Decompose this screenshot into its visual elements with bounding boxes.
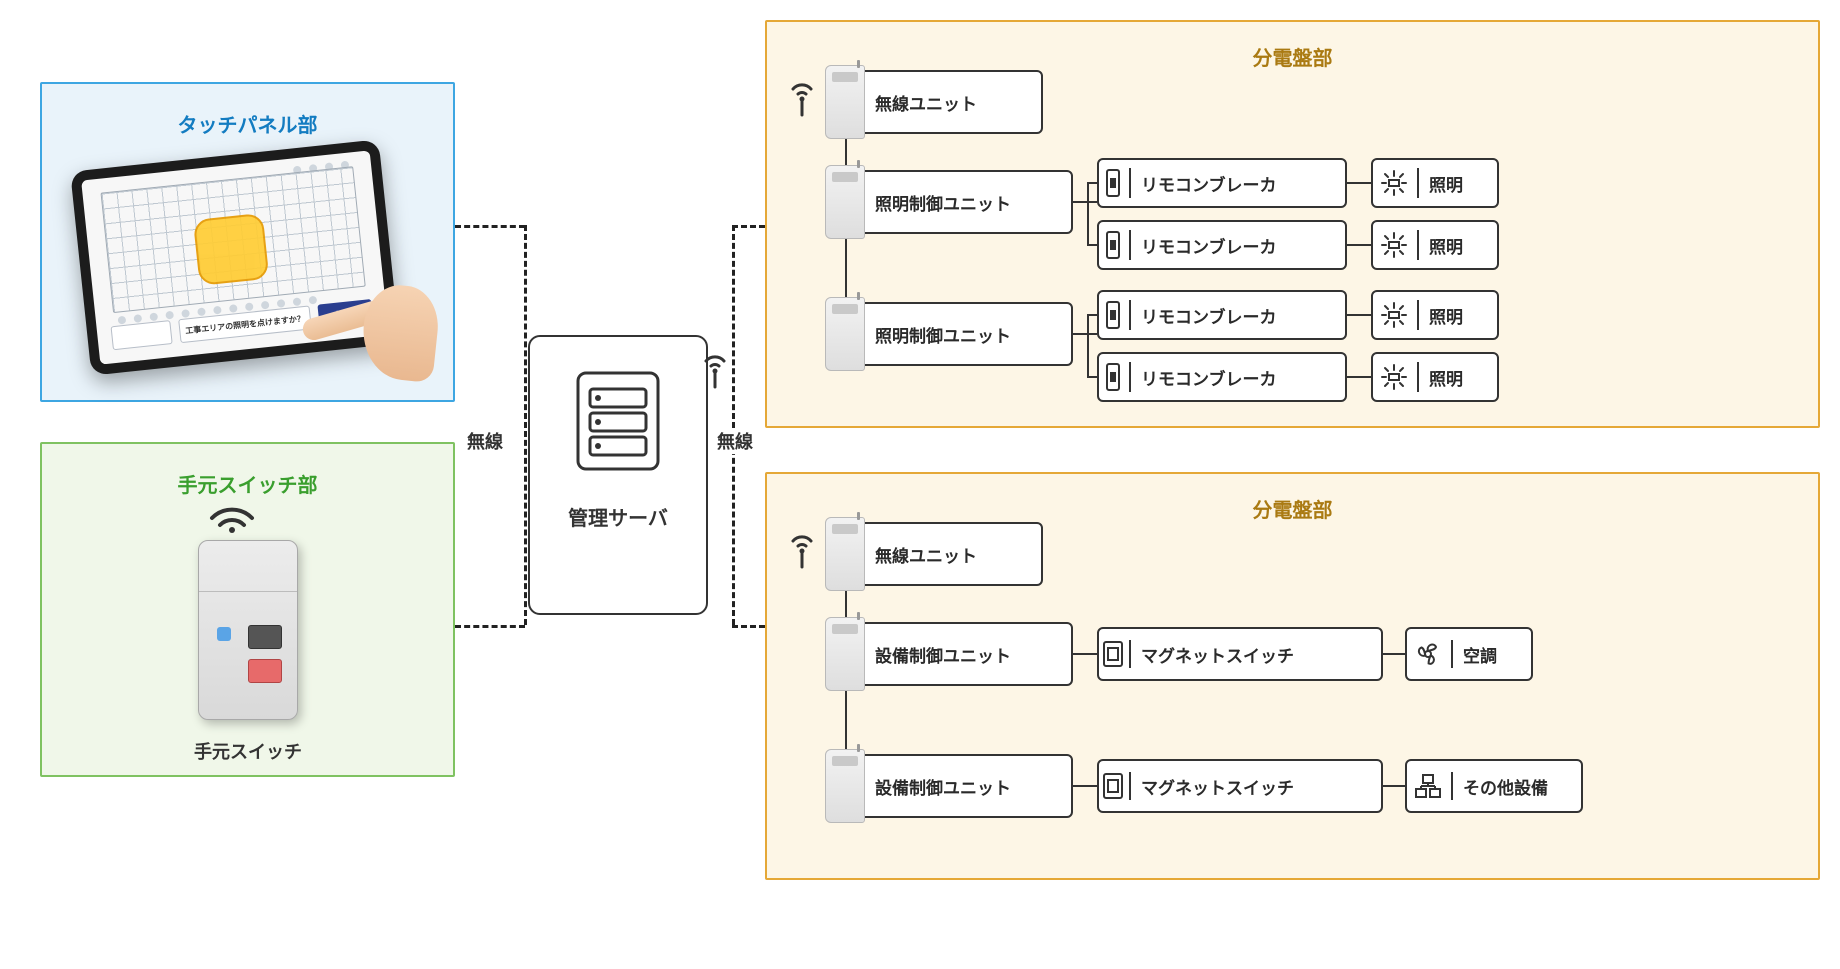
node-label: 無線ユニット xyxy=(865,90,987,115)
node-label: 空調 xyxy=(1453,642,1507,667)
server-icon xyxy=(576,371,660,471)
node-label: リモコンブレーカ xyxy=(1131,233,1287,258)
distribution-panel-a: 分電盤部 無線ユニット 照明制御ユニット 照明制御ユニット リモコンブレーカ リ… xyxy=(765,20,1820,428)
wireless-label: 無線 xyxy=(713,428,757,454)
remote-breaker: リモコンブレーカ xyxy=(1097,352,1347,402)
light-icon xyxy=(1371,230,1419,260)
node-label: マグネットスイッチ xyxy=(1131,774,1304,799)
light-load: 照明 xyxy=(1371,220,1499,270)
node-label: 設備制御ユニット xyxy=(865,774,1021,799)
other-load: その他設備 xyxy=(1405,759,1583,813)
fan-icon xyxy=(1405,640,1453,668)
breaker-icon xyxy=(1097,362,1131,392)
node-label: 照明 xyxy=(1419,303,1473,328)
server-box: 管理サーバ xyxy=(528,335,708,615)
equipment-control-unit: 設備制御ユニット xyxy=(825,754,1073,818)
node-label: 照明 xyxy=(1419,171,1473,196)
equipment-control-unit: 設備制御ユニット xyxy=(825,622,1073,686)
panel-touch-title: タッチパネル部 xyxy=(42,84,453,138)
light-icon xyxy=(1371,300,1419,330)
hand-switch-device xyxy=(198,540,298,720)
light-load: 照明 xyxy=(1371,290,1499,340)
remote-breaker: リモコンブレーカ xyxy=(1097,290,1347,340)
remote-breaker: リモコンブレーカ xyxy=(1097,220,1347,270)
network-icon xyxy=(1405,772,1453,800)
dist-title: 分電盤部 xyxy=(767,474,1818,523)
wifi-icon xyxy=(207,496,257,532)
magnet-switch: マグネットスイッチ xyxy=(1097,627,1383,681)
breaker-icon xyxy=(1097,300,1131,330)
light-icon xyxy=(1371,168,1419,198)
node-label: 照明 xyxy=(1419,233,1473,258)
link-dash xyxy=(524,225,527,625)
remote-breaker: リモコンブレーカ xyxy=(1097,158,1347,208)
node-label: 無線ユニット xyxy=(865,542,987,567)
link-dash xyxy=(455,225,525,228)
wireless-unit: 無線ユニット xyxy=(825,70,1043,134)
distribution-panel-b: 分電盤部 無線ユニット 設備制御ユニット 設備制御ユニット マグネットスイッチ … xyxy=(765,472,1820,880)
light-icon xyxy=(1371,362,1419,392)
node-label: 照明制御ユニット xyxy=(865,322,1021,347)
link-dash xyxy=(455,625,525,628)
node-label: リモコンブレーカ xyxy=(1131,171,1287,196)
tablet-device: 工事エリアの照明を点けますか？ 点ける xyxy=(70,139,400,375)
node-label: その他設備 xyxy=(1453,774,1558,799)
hand-switch-label: 手元スイッチ xyxy=(194,738,302,764)
link-dash xyxy=(732,625,765,628)
node-label: 設備制御ユニット xyxy=(865,642,1021,667)
link-dash xyxy=(732,225,765,228)
light-load: 照明 xyxy=(1371,158,1499,208)
breaker-icon xyxy=(1097,230,1131,260)
hand-icon xyxy=(293,229,447,383)
wireless-label: 無線 xyxy=(463,428,507,454)
magnet-switch-icon xyxy=(1097,772,1131,800)
server-label: 管理サーバ xyxy=(568,502,668,531)
light-load: 照明 xyxy=(1371,352,1499,402)
node-label: リモコンブレーカ xyxy=(1131,303,1287,328)
lighting-control-unit: 照明制御ユニット xyxy=(825,170,1073,234)
wireless-unit: 無線ユニット xyxy=(825,522,1043,586)
breaker-icon xyxy=(1097,168,1131,198)
node-label: マグネットスイッチ xyxy=(1131,642,1304,667)
link-dash xyxy=(732,225,735,625)
system-diagram: タッチパネル部 工事エリアの照明を点けますか？ 点ける 手元スイッチ部 手元スイ… xyxy=(0,0,1840,969)
magnet-switch: マグネットスイッチ xyxy=(1097,759,1383,813)
lighting-control-unit: 照明制御ユニット xyxy=(825,302,1073,366)
node-label: 照明制御ユニット xyxy=(865,190,1021,215)
node-label: 照明 xyxy=(1419,365,1473,390)
node-label: リモコンブレーカ xyxy=(1131,365,1287,390)
antenna-icon xyxy=(787,77,821,122)
dist-title: 分電盤部 xyxy=(767,22,1818,71)
hvac-load: 空調 xyxy=(1405,627,1533,681)
magnet-switch-icon xyxy=(1097,640,1131,668)
panel-switch-title: 手元スイッチ部 xyxy=(42,444,453,498)
antenna-icon xyxy=(698,347,734,392)
antenna-icon xyxy=(787,529,821,574)
